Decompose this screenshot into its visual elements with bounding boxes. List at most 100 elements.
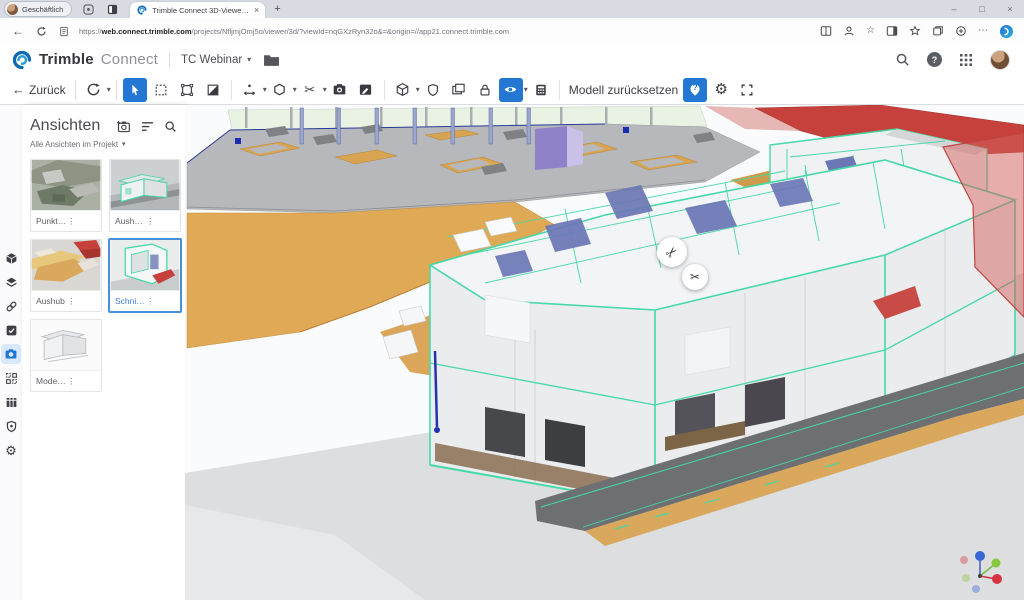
- header-divider: [169, 51, 170, 69]
- view-menu-icon[interactable]: ⋮: [67, 376, 98, 387]
- models-cube-icon[interactable]: [4, 251, 18, 265]
- measure-caret-icon[interactable]: ▾: [263, 86, 267, 94]
- clip-plane-handle-1[interactable]: ✂: [657, 237, 687, 267]
- marker-question-glyph: ?: [693, 83, 698, 92]
- orbit-tool-button[interactable]: [82, 78, 106, 102]
- project-selector[interactable]: TC Webinar ▾: [181, 54, 251, 66]
- fullscreen-button[interactable]: [735, 78, 759, 102]
- add-view-camera-icon[interactable]: [116, 120, 131, 133]
- keypad-button[interactable]: [529, 78, 553, 102]
- new-tab-button[interactable]: +: [274, 3, 280, 15]
- browser-profile-icon[interactable]: [843, 25, 855, 37]
- markup-shape-button[interactable]: [268, 78, 292, 102]
- project-name: TC Webinar: [181, 54, 242, 66]
- user-avatar[interactable]: [990, 50, 1010, 70]
- axis-gizmo[interactable]: [952, 546, 1008, 594]
- sort-icon[interactable]: [141, 121, 154, 132]
- browser-back-icon[interactable]: ←: [12, 24, 24, 38]
- copilot-icon[interactable]: [999, 24, 1014, 39]
- visibility-eye-button[interactable]: [499, 78, 523, 102]
- model-cube-button[interactable]: [391, 78, 415, 102]
- browser-url-bar: ← https://web.connect.trimble.com/projec…: [0, 18, 1024, 45]
- browser-refresh-icon[interactable]: [36, 26, 47, 37]
- vertical-tabs-icon[interactable]: [104, 3, 120, 15]
- apps-grid-icon[interactable]: [959, 53, 973, 67]
- favorites-bar-icon[interactable]: [909, 25, 921, 37]
- help-icon[interactable]: ?: [927, 52, 942, 67]
- marquee-select-button[interactable]: [149, 78, 173, 102]
- view-menu-icon[interactable]: ⋮: [67, 296, 98, 307]
- window-close-button[interactable]: ×: [996, 0, 1024, 18]
- reset-marker-button[interactable]: ?: [683, 78, 707, 102]
- window-maximize-button[interactable]: □: [968, 0, 996, 18]
- views-camera-icon-active[interactable]: [1, 344, 21, 364]
- views-panel: Ansichten Alle Ansichten im Projekt ▾: [22, 105, 185, 600]
- visibility-caret-icon[interactable]: ▾: [524, 86, 528, 94]
- invert-selection-button[interactable]: [201, 78, 225, 102]
- browser-menu-icon[interactable]: ⋯: [978, 26, 988, 36]
- view-menu-icon[interactable]: ⋮: [146, 296, 177, 307]
- browser-tab-bar: Geschäftlich Trimble Connect 3D-Viewer -…: [0, 0, 1024, 18]
- view-card-aushubarch[interactable]: AushubArch⋮: [109, 159, 181, 232]
- presentation-screens-button[interactable]: [447, 78, 471, 102]
- gear-glyph: ⚙: [5, 444, 17, 457]
- site-info-icon[interactable]: [59, 26, 69, 37]
- trimble-connect-logo[interactable]: Trimble Connect: [12, 50, 158, 70]
- extensions-icon[interactable]: [955, 25, 967, 37]
- panel-title: Ansichten: [30, 117, 100, 135]
- workspaces-icon[interactable]: [80, 3, 96, 15]
- collections-icon[interactable]: [932, 25, 944, 37]
- view-card-punktwolke[interactable]: Punktwolke⋮: [30, 159, 102, 232]
- view-thumbnail: [110, 160, 180, 210]
- tab-close-icon[interactable]: ×: [254, 6, 259, 15]
- view-name: AushubArch: [115, 216, 146, 226]
- screenshot-button[interactable]: [328, 78, 352, 102]
- url-scheme: https://: [79, 27, 102, 36]
- table-columns-icon[interactable]: [4, 395, 18, 409]
- reading-sidebar-icon[interactable]: [886, 25, 898, 37]
- split-screen-icon[interactable]: [820, 25, 832, 37]
- panel-search-icon[interactable]: [164, 120, 177, 133]
- rail-gear-icon[interactable]: ⚙: [4, 443, 18, 457]
- polygon-select-button[interactable]: [175, 78, 199, 102]
- todo-check-icon[interactable]: [4, 323, 18, 337]
- ghost-shield-button[interactable]: [421, 78, 445, 102]
- folder-icon[interactable]: [263, 53, 280, 67]
- settings-gear-button[interactable]: ⚙: [709, 78, 733, 102]
- url-path: /projects/NfljmjOmj5o/viewer/3d/?viewId=…: [192, 27, 509, 36]
- orbit-caret-icon[interactable]: ▾: [107, 86, 111, 94]
- layers-icon[interactable]: [4, 275, 18, 289]
- view-name: Schnittansic...: [115, 296, 146, 306]
- url-text[interactable]: https://web.connect.trimble.com/projects…: [79, 27, 509, 36]
- view-card-schnittansicht-selected[interactable]: Schnittansic...⋮: [108, 238, 182, 313]
- view-menu-icon[interactable]: ⋮: [146, 216, 177, 227]
- clip-tool-button[interactable]: ✂: [298, 78, 322, 102]
- lock-button[interactable]: [473, 78, 497, 102]
- browser-tab-active[interactable]: Trimble Connect 3D-Viewer - TC ×: [130, 2, 265, 18]
- favorite-star-icon[interactable]: ☆: [866, 26, 875, 36]
- search-icon[interactable]: [895, 52, 910, 67]
- view-thumbnail: [110, 240, 180, 290]
- select-tool-button[interactable]: [123, 78, 147, 102]
- model-cube-caret-icon[interactable]: ▾: [416, 86, 420, 94]
- 3d-viewport[interactable]: ✂ ✂: [185, 105, 1024, 600]
- hierarchy-icon[interactable]: [4, 371, 18, 385]
- browser-profile-chip[interactable]: Geschäftlich: [4, 1, 72, 17]
- back-button[interactable]: ← Zurück: [12, 82, 66, 97]
- view-menu-icon[interactable]: ⋮: [67, 216, 98, 227]
- clip-plane-handle-2[interactable]: ✂: [682, 264, 708, 290]
- link-icon[interactable]: [4, 299, 18, 313]
- measure-tool-button[interactable]: [238, 78, 262, 102]
- reset-model-text: Modell zurücksetzen: [569, 83, 678, 97]
- reset-model-label: Modell zurücksetzen: [569, 83, 678, 97]
- markup-screenshot-button[interactable]: [354, 78, 378, 102]
- view-card-modell[interactable]: Modell Auss...⋮: [30, 319, 102, 392]
- shield-badge-icon[interactable]: [4, 419, 18, 433]
- clip-caret-icon[interactable]: ▾: [323, 86, 327, 94]
- brand-primary: Trimble: [39, 51, 94, 68]
- views-filter-dropdown[interactable]: Alle Ansichten im Projekt ▾: [30, 140, 177, 149]
- viewer-toolbar: ← Zurück ▾ ▾ ▾ ✂ ▾ ▾: [0, 75, 1024, 105]
- markup-caret-icon[interactable]: ▾: [293, 86, 297, 94]
- view-card-aushub[interactable]: Aushub⋮: [30, 239, 102, 312]
- window-minimize-button[interactable]: –: [940, 0, 968, 18]
